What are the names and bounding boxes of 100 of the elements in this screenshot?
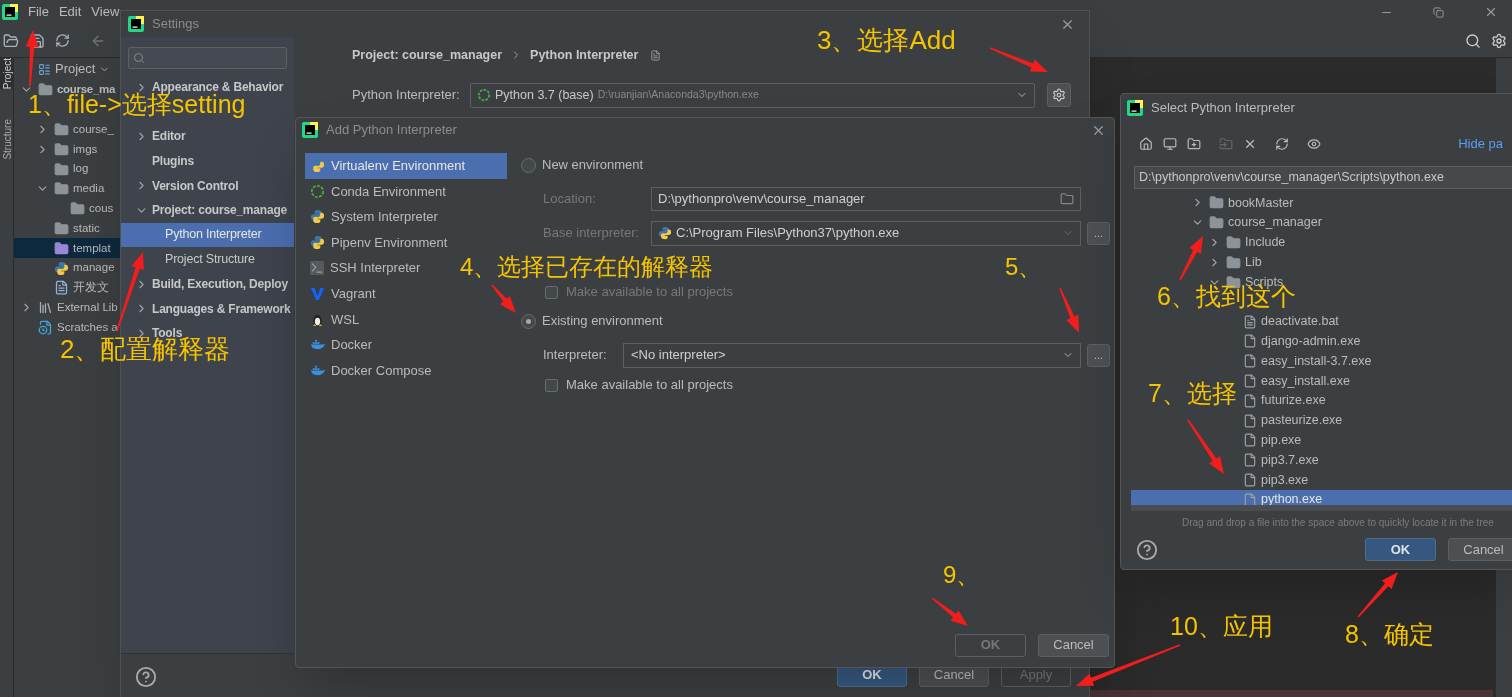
unknown-file-icon xyxy=(1243,413,1257,428)
project-folder-icon[interactable] xyxy=(1187,137,1201,151)
radio-label[interactable]: New environment xyxy=(542,155,644,175)
tool-window-tab[interactable]: Project xyxy=(0,58,14,90)
interpreter-type-item[interactable]: Conda Environment xyxy=(305,178,450,205)
checkbox-label[interactable]: Make available to all projects xyxy=(566,375,733,395)
panel-title[interactable]: Project xyxy=(55,59,96,79)
menu-item[interactable]: File xyxy=(28,2,49,22)
menu-item[interactable]: View xyxy=(91,2,120,22)
tree-item[interactable]: cous xyxy=(50,198,114,219)
folder-icon xyxy=(1209,215,1224,231)
tree-item[interactable]: easy_install-3.7.exe xyxy=(1223,351,1372,372)
tree-item[interactable]: Lib xyxy=(1206,252,1262,273)
dialog-button[interactable]: Cancel xyxy=(1038,633,1109,657)
tree-item[interactable]: deactivate.bat xyxy=(1223,311,1339,332)
interpreter-type-item[interactable]: Docker xyxy=(305,332,377,358)
tree-item[interactable]: 开发文 xyxy=(34,277,109,298)
tree-item[interactable]: templat xyxy=(14,238,120,259)
interpreter-type-item[interactable]: Docker Compose xyxy=(305,357,436,384)
radio-button[interactable] xyxy=(521,157,536,173)
settings-gear-button[interactable] xyxy=(1047,83,1071,107)
interpreter-type-item[interactable]: Pipenv Environment xyxy=(305,229,452,256)
interpreter-dropdown[interactable]: <No interpreter> xyxy=(623,342,1081,368)
document-icon xyxy=(54,280,69,296)
settings-nav-item[interactable]: Python Interpreter xyxy=(121,222,294,248)
settings-nav-item[interactable]: Version Control xyxy=(121,173,294,198)
pipenv-icon xyxy=(310,235,325,251)
app-logo xyxy=(128,16,144,32)
folder-icon[interactable] xyxy=(1060,192,1074,206)
pointer-arrow xyxy=(1059,287,1079,333)
help-icon[interactable] xyxy=(135,665,157,688)
settings-nav-item[interactable]: Project: course_manage xyxy=(121,197,294,223)
annotation-text: 3、选择Add xyxy=(817,27,956,53)
dialog-button[interactable]: OK xyxy=(1365,538,1436,561)
tree-item[interactable]: static xyxy=(34,218,100,239)
close-icon[interactable] xyxy=(1484,5,1498,19)
tree-item[interactable]: pip3.exe xyxy=(1223,470,1309,490)
folder-icon xyxy=(54,141,69,157)
tree-item[interactable]: manage xyxy=(34,258,115,278)
tree-item[interactable]: Include xyxy=(1206,232,1286,253)
delete-icon[interactable] xyxy=(1243,137,1257,151)
radio-label[interactable]: Existing environment xyxy=(542,311,663,331)
dialog-button[interactable]: Cancel xyxy=(1448,538,1512,561)
path-field[interactable]: D:\pythonpro\venv\course_manager\Scripts\python.exe xyxy=(1134,166,1512,189)
tree-item[interactable]: media xyxy=(34,179,105,199)
search-field[interactable] xyxy=(128,47,287,69)
refresh-icon[interactable] xyxy=(55,33,70,48)
radio-button[interactable] xyxy=(521,313,536,329)
base-interpreter-dropdown[interactable]: C:\Program Files\Python37\python.exe xyxy=(651,220,1081,246)
tree-item[interactable]: pasteurize.exe xyxy=(1223,410,1343,431)
desktop-icon[interactable] xyxy=(1163,137,1177,151)
restore-icon[interactable] xyxy=(1433,6,1444,18)
python-icon xyxy=(310,209,325,225)
tree-item[interactable]: course_ xyxy=(34,119,114,140)
python-icon xyxy=(658,226,672,240)
folder-icon xyxy=(54,240,69,256)
home-icon[interactable] xyxy=(1139,137,1153,151)
annotation-text: 2、配置解释器 xyxy=(60,336,231,362)
tree-item[interactable]: log xyxy=(34,159,89,179)
interpreter-type-item[interactable]: SSH Interpreter xyxy=(305,255,425,281)
settings-nav-item[interactable]: Build, Execution, Deploy xyxy=(121,271,294,297)
browse-button[interactable]: ... xyxy=(1087,221,1110,245)
breadcrumb-item[interactable]: Python Interpreter xyxy=(530,45,639,65)
tree-item[interactable]: pip3.7.exe xyxy=(1223,450,1319,471)
tree-item[interactable]: pip.exe xyxy=(1223,430,1302,451)
show-hidden-icon[interactable] xyxy=(1307,137,1321,151)
interpreter-type-item[interactable]: Virtualenv Environment xyxy=(305,153,507,179)
help-icon[interactable] xyxy=(1136,538,1158,561)
tool-window-tab[interactable]: Structure xyxy=(0,119,14,160)
tree-item[interactable]: imgs xyxy=(34,139,98,160)
annotation-text: 7、选择 xyxy=(1148,381,1237,406)
browse-button[interactable]: ... xyxy=(1087,343,1110,367)
tree-item[interactable]: course_manager xyxy=(1189,212,1322,233)
interpreter-type-item[interactable]: Vagrant xyxy=(305,280,380,307)
tree-item[interactable]: bookMaster xyxy=(1189,193,1294,213)
menu-item[interactable]: Edit xyxy=(58,2,82,22)
settings-nav-item[interactable]: Languages & Framework xyxy=(121,296,294,321)
library-icon xyxy=(38,300,53,316)
settings-icon[interactable] xyxy=(1491,32,1507,49)
tree-item[interactable]: django-admin.exe xyxy=(1223,331,1361,352)
tree-item[interactable]: External Lib xyxy=(18,297,118,318)
settings-nav-item[interactable]: Plugins xyxy=(121,148,294,174)
interpreter-dropdown[interactable]: Python 3.7 (base) D:\ruanjian\Anaconda3\python.exe xyxy=(470,82,1035,108)
checkbox[interactable] xyxy=(545,285,558,299)
checkbox[interactable] xyxy=(545,378,558,392)
field-label: Location: xyxy=(543,190,597,209)
search-icon[interactable] xyxy=(1465,32,1481,49)
location-field[interactable]: D:\pythonpro\venv\course_manager xyxy=(651,187,1081,211)
open-folder-icon[interactable] xyxy=(3,32,19,49)
refresh-icon[interactable] xyxy=(1275,137,1289,151)
settings-nav-item[interactable]: Project Structure xyxy=(121,247,294,272)
breadcrumb-item[interactable]: Project: course_manager xyxy=(352,45,503,65)
interpreter-type-item[interactable]: System Interpreter xyxy=(305,204,442,230)
unknown-file-icon xyxy=(1243,492,1257,505)
settings-nav-item[interactable]: Editor xyxy=(121,124,294,149)
interpreter-type-item[interactable]: WSL xyxy=(305,306,364,333)
conda-icon xyxy=(310,183,325,199)
tree-item[interactable]: Scratches a xyxy=(18,317,118,338)
hide-path-link[interactable]: Hide pa xyxy=(1458,134,1503,154)
conda-icon xyxy=(477,88,491,102)
